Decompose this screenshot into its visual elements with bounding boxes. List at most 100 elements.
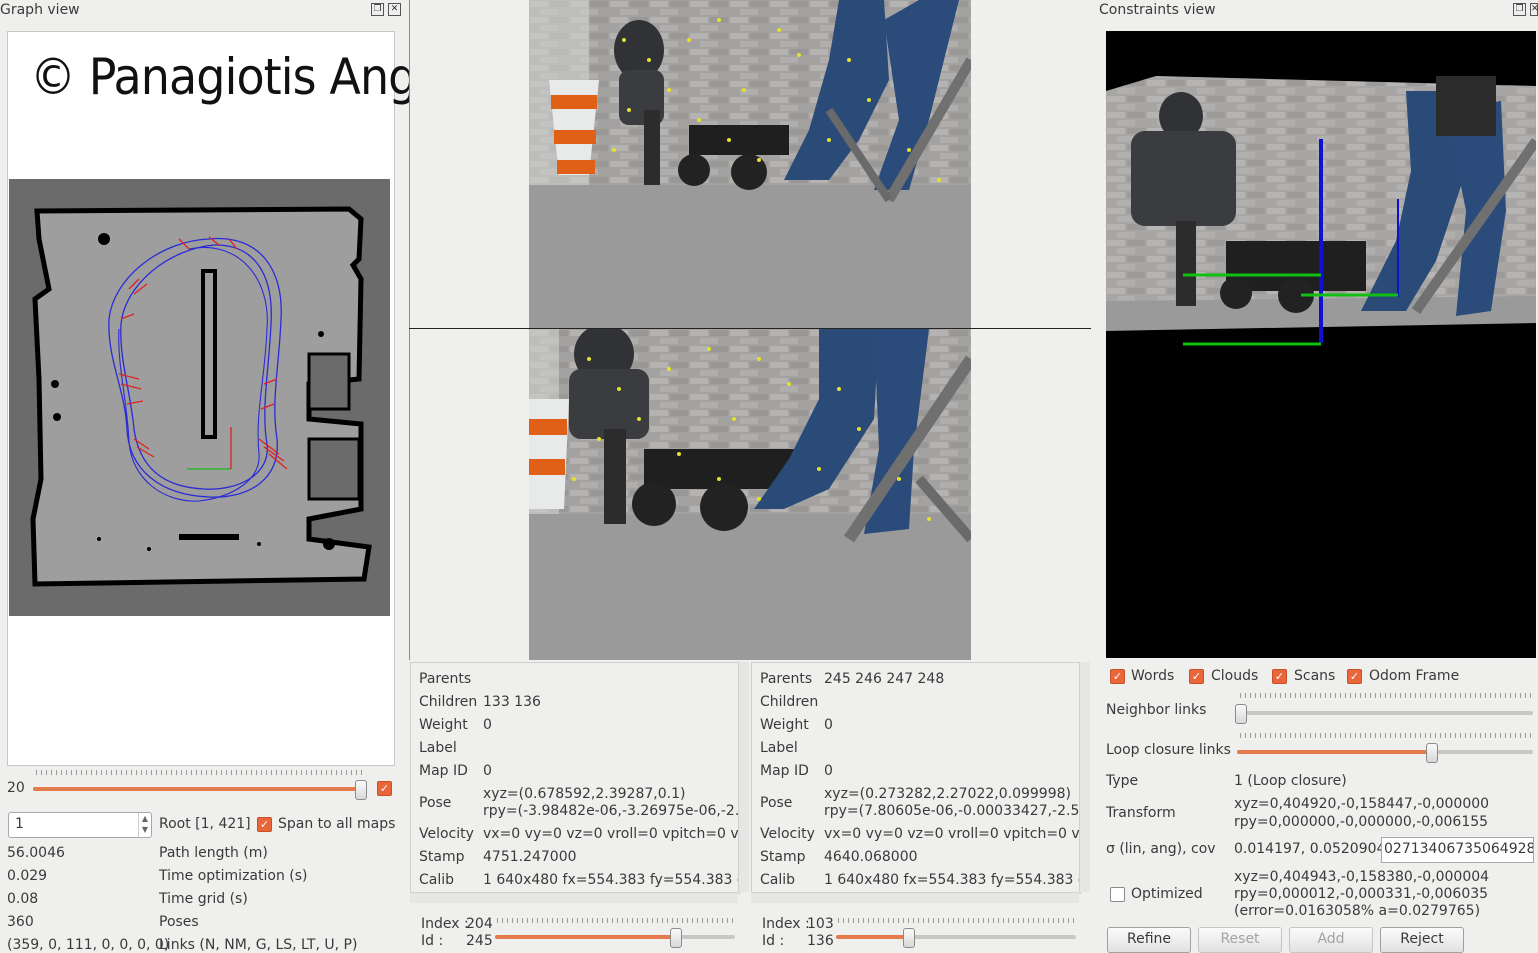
left-mapid-value: 0 [483, 763, 492, 779]
right-index-slider-handle[interactable] [903, 928, 915, 948]
node-image-bottom[interactable] [529, 329, 971, 660]
stat-poses-value: 360 [7, 914, 34, 930]
loop-closure-slider-fill [1237, 750, 1431, 754]
stat-links-value: (359, 0, 111, 0, 0, 0, 0) [7, 937, 170, 953]
stat-path-length-value: 56.0046 [7, 845, 65, 861]
span-all-maps-checkbox[interactable]: ✓ [257, 817, 272, 832]
spin-arrows-icon[interactable]: ▲ ▼ [138, 813, 151, 837]
graph-slider-ticks [36, 770, 366, 775]
right-calib-value: 1 640x480 fx=554.383 fy=554.383 cx= [824, 872, 1081, 888]
loop-closure-slider-handle[interactable] [1426, 743, 1438, 763]
left-info-vscroll[interactable] [738, 662, 749, 892]
right-velocity-label: Velocity [760, 826, 815, 842]
stat-time-grid-label: Time grid (s) [159, 891, 248, 907]
left-index-slider-handle[interactable] [670, 928, 682, 948]
occupancy-map[interactable] [9, 179, 390, 616]
constraints-view-title: Constraints view [1099, 2, 1216, 18]
constraints-3d-graphic [1106, 76, 1536, 346]
float-constraints-icon[interactable]: ❐ [1513, 3, 1526, 16]
node-image-top[interactable] [529, 0, 971, 328]
optimized-label: Optimized [1131, 886, 1203, 902]
loop-closure-links-label: Loop closure links [1106, 742, 1231, 758]
graph-slider-handle[interactable] [355, 780, 367, 800]
neighbor-links-ticks [1240, 693, 1532, 698]
left-stamp-value: 4751.247000 [483, 849, 577, 865]
words-label: Words [1131, 668, 1175, 684]
optimized-checkbox[interactable]: ✓ [1110, 887, 1125, 902]
left-index-slider-fill [495, 935, 675, 939]
graph-view-title: Graph view [0, 2, 80, 18]
left-index-ticks [497, 918, 735, 923]
right-index-label: Index : [762, 916, 810, 932]
stat-path-length-label: Path length (m) [159, 845, 268, 861]
right-pose-rpy: rpy=(7.80605e-06,-0.00033427,-2.506 [824, 803, 1081, 819]
odom-frame-label: Odom Frame [1369, 668, 1460, 684]
left-calib-value: 1 640x480 fx=554.383 fy=554.383 cx= [483, 872, 740, 888]
left-pose-rpy: rpy=(-3.98482e-06,-3.26975e-06,-2.50 [483, 803, 740, 819]
left-weight-label: Weight [419, 717, 468, 733]
close-constraints-icon[interactable]: ✕ [1530, 3, 1538, 16]
refine-button[interactable]: Refine [1107, 927, 1191, 953]
right-info-vscroll[interactable] [1079, 662, 1090, 892]
type-label: Type [1106, 773, 1139, 789]
words-checkbox[interactable]: ✓ [1110, 669, 1125, 684]
stat-time-grid-value: 0.08 [7, 891, 39, 907]
odom-frame-checkbox[interactable]: ✓ [1347, 669, 1362, 684]
neighbor-links-label: Neighbor links [1106, 702, 1207, 718]
node-info-left[interactable]: Parents Children 133 136 Weight 0 Label … [410, 662, 740, 894]
right-stamp-label: Stamp [760, 849, 806, 865]
close-dock-icon[interactable]: ✕ [388, 3, 401, 16]
transform-label: Transform [1106, 805, 1176, 821]
covariance-value: 02713406735064928] [1384, 841, 1534, 857]
sigma-label: σ (lin, ang), cov [1106, 841, 1216, 857]
float-dock-icon[interactable]: ❐ [371, 3, 384, 16]
right-parents-value: 245 246 247 248 [824, 671, 945, 687]
right-weight-value: 0 [824, 717, 833, 733]
left-index-value: 204 [466, 916, 493, 932]
optimized-error: (error=0.0163058% a=0.0279765) [1234, 903, 1481, 919]
transform-xyz: xyz=0,404920,-0,158447,-0,000000 [1234, 796, 1490, 812]
left-children-value: 133 136 [483, 694, 541, 710]
constraints-3d-view[interactable] [1106, 31, 1536, 658]
right-pose-label: Pose [760, 795, 793, 811]
stat-links-label: Links (N, NM, G, LS, LT, U, P) [159, 937, 358, 953]
right-info-hscroll[interactable] [751, 892, 1079, 903]
clouds-label: Clouds [1211, 668, 1259, 684]
clouds-checkbox[interactable]: ✓ [1189, 669, 1204, 684]
left-stamp-label: Stamp [419, 849, 465, 865]
right-children-label: Children [760, 694, 819, 710]
reject-button[interactable]: Reject [1380, 927, 1464, 953]
type-value: 1 (Loop closure) [1234, 773, 1347, 789]
right-index-slider-fill [836, 935, 908, 939]
reset-button[interactable]: Reset [1198, 927, 1282, 953]
graph-options-checkbox[interactable]: ✓ [377, 781, 392, 796]
left-children-label: Children [419, 694, 478, 710]
left-id-label: Id : [421, 933, 444, 949]
left-velocity-label: Velocity [419, 826, 474, 842]
left-info-hscroll[interactable] [410, 892, 738, 903]
sigma-value: 0.014197, 0.0520904 [1234, 841, 1386, 857]
span-all-maps-label: Span to all maps [278, 816, 396, 832]
right-parents-label: Parents [760, 671, 813, 687]
root-label: Root [1, 421] [159, 816, 251, 832]
scans-checkbox[interactable]: ✓ [1272, 669, 1287, 684]
right-index-ticks [838, 918, 1076, 923]
neighbor-links-slider-track[interactable] [1237, 711, 1533, 715]
loop-closure-links-ticks [1240, 733, 1532, 738]
node-info-right[interactable]: Parents 245 246 247 248 Children Weight … [751, 662, 1081, 894]
stat-poses-label: Poses [159, 914, 199, 930]
optimized-rpy: rpy=0,000012,-0,000331,-0,006035 [1234, 886, 1489, 902]
right-index-value: 103 [807, 916, 834, 932]
transform-rpy: rpy=0,000000,-0,000000,-0,006155 [1234, 814, 1489, 830]
left-velocity-value: vx=0 vy=0 vz=0 vroll=0 vpitch=0 vyaw [483, 826, 740, 842]
left-pose-xyz: xyz=(0.678592,2.39287,0.1) [483, 786, 686, 802]
right-label-label: Label [760, 740, 798, 756]
right-pose-xyz: xyz=(0.273282,2.27022,0.099998) [824, 786, 1071, 802]
add-button[interactable]: Add [1289, 927, 1373, 953]
left-calib-label: Calib [419, 872, 455, 888]
right-id-label: Id : [762, 933, 785, 949]
covariance-field[interactable]: 02713406735064928] [1381, 837, 1534, 863]
root-id-spinbox[interactable]: 1 ▲ ▼ [8, 812, 152, 838]
neighbor-links-slider-handle[interactable] [1235, 704, 1247, 724]
occupancy-map-graphic [30, 206, 372, 587]
